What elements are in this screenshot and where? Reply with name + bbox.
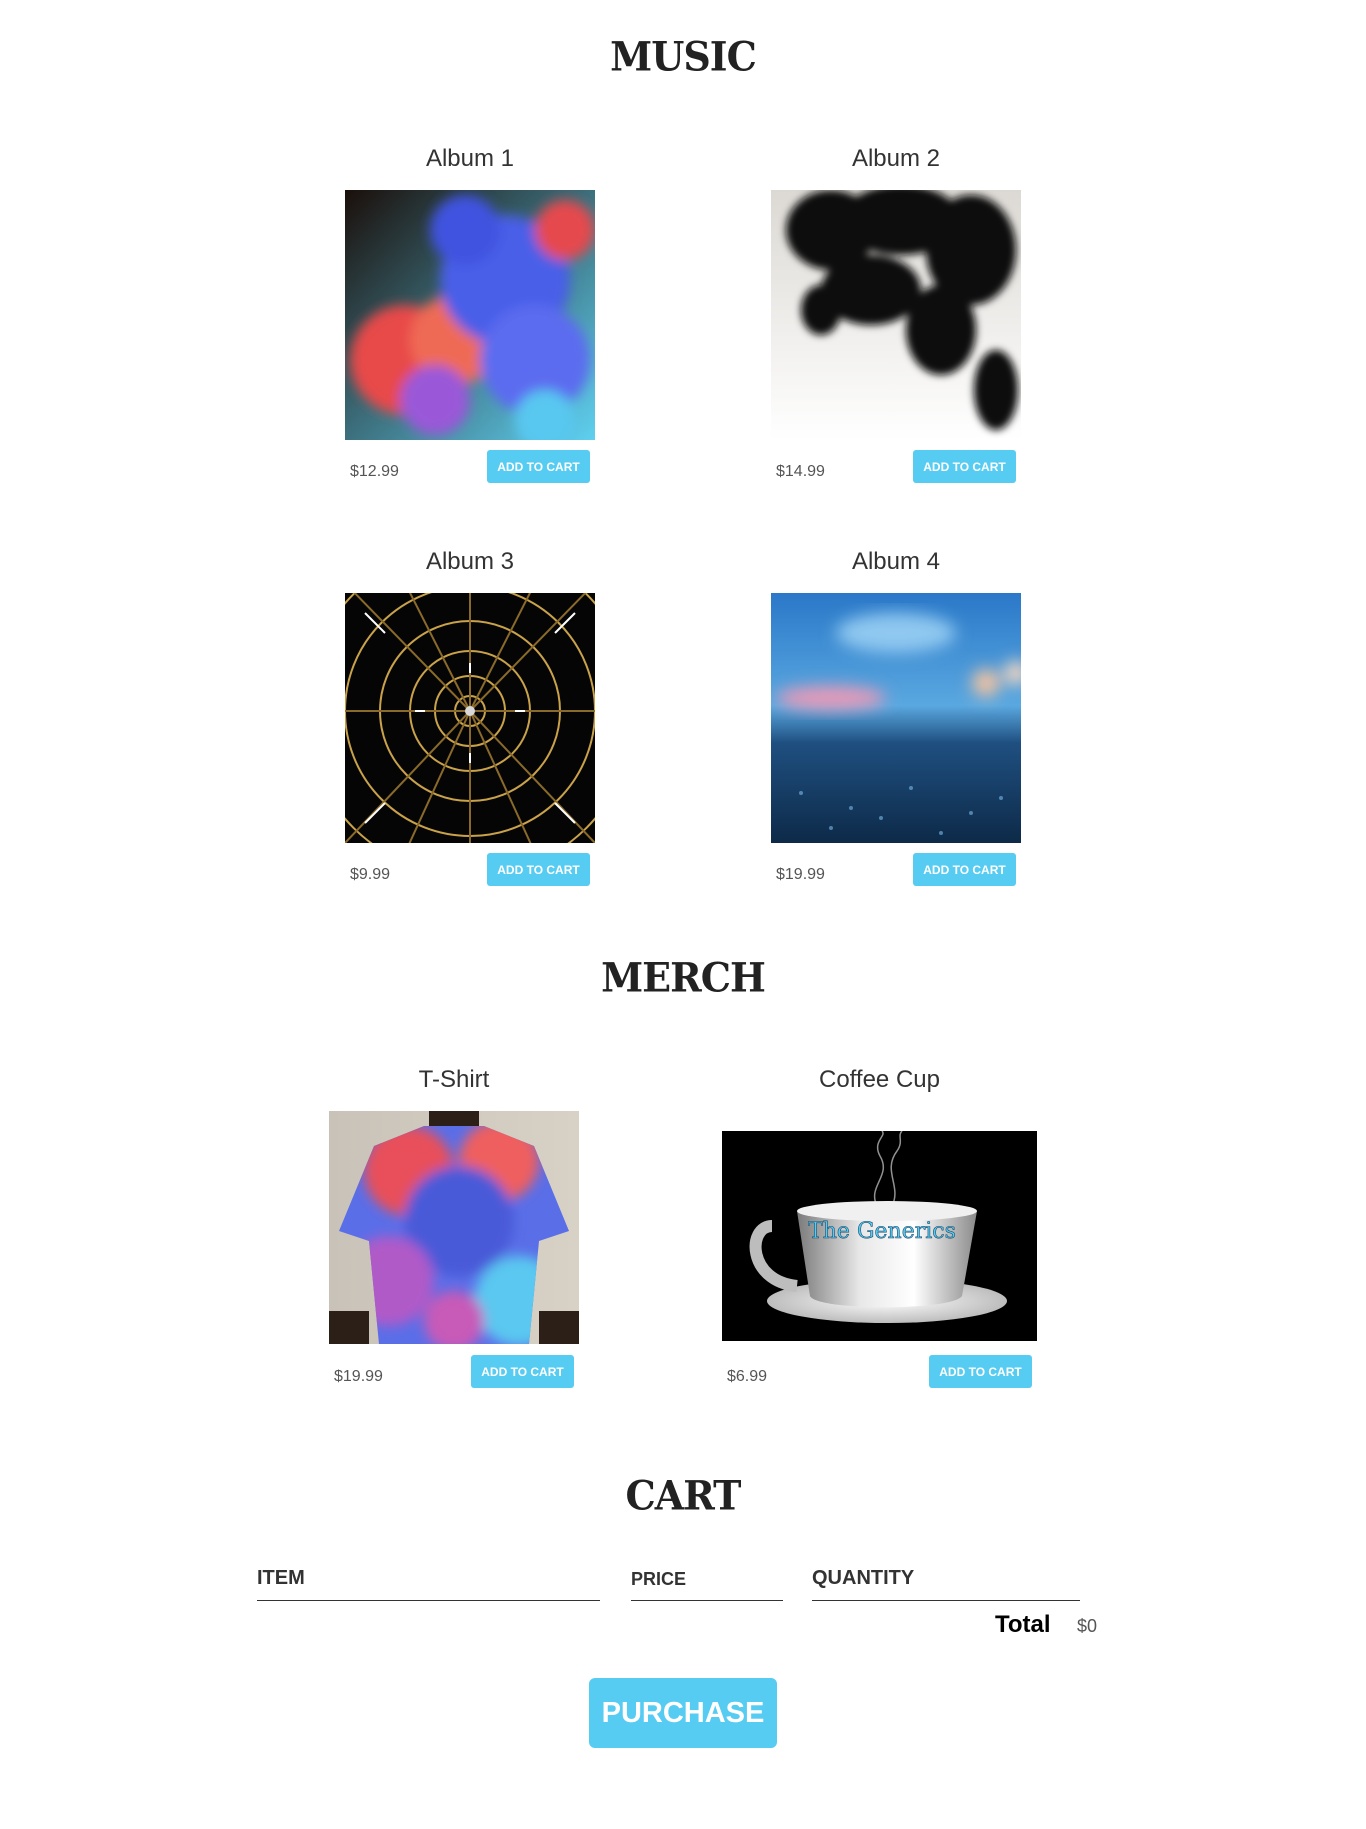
merch-section-title: MERCH bbox=[601, 953, 766, 1002]
album-price: $19.99 bbox=[776, 866, 825, 883]
add-to-cart-button[interactable]: ADD TO CART bbox=[913, 450, 1016, 483]
add-to-cart-button[interactable]: ADD TO CART bbox=[487, 450, 590, 483]
album-title: Album 2 bbox=[851, 145, 941, 172]
tshirt-image bbox=[329, 1111, 579, 1344]
add-to-cart-button[interactable]: ADD TO CART bbox=[929, 1355, 1032, 1388]
album-price: $14.99 bbox=[776, 463, 825, 480]
purchase-button[interactable]: PURCHASE bbox=[589, 1678, 777, 1748]
cup-brand-text: The Generics bbox=[808, 1219, 956, 1244]
album-4-card: Album 4 $19.99 ADD TO CART bbox=[771, 548, 1021, 888]
coffee-cup-card: Coffee Cup The Generics $6.99 ADD TO CAR… bbox=[722, 1066, 1037, 1406]
album-1-card: Album 1 $12.99 ADD TO CART bbox=[345, 145, 595, 485]
cart-header-item: ITEM bbox=[257, 1567, 600, 1601]
add-to-cart-button[interactable]: ADD TO CART bbox=[471, 1355, 574, 1388]
merch-title: Coffee Cup bbox=[819, 1066, 940, 1093]
merch-price: $6.99 bbox=[727, 1368, 768, 1385]
album-3-image bbox=[345, 593, 595, 843]
album-1-image bbox=[345, 190, 595, 440]
cart-header-price: PRICE bbox=[631, 1569, 783, 1601]
cart-total-label: Total bbox=[995, 1611, 1051, 1638]
cart-total-value: $0 bbox=[1077, 1616, 1098, 1636]
album-price: $12.99 bbox=[350, 463, 399, 480]
album-title: Album 3 bbox=[425, 548, 515, 575]
cart-header-quantity: QUANTITY bbox=[812, 1567, 1080, 1601]
album-title: Album 4 bbox=[851, 548, 941, 575]
album-2-image bbox=[771, 190, 1021, 440]
merch-title: T-Shirt bbox=[418, 1066, 490, 1093]
add-to-cart-button[interactable]: ADD TO CART bbox=[487, 853, 590, 886]
album-4-image bbox=[771, 593, 1021, 843]
album-title: Album 1 bbox=[425, 145, 515, 172]
album-3-card: Album 3 $9.99 ADD TO CART bbox=[345, 548, 595, 888]
cart-section-title: CART bbox=[625, 1471, 742, 1520]
album-2-card: Album 2 $14.99 ADD TO CART bbox=[771, 145, 1021, 485]
tshirt-card: T-Shirt $19.99 ADD TO CART bbox=[329, 1066, 579, 1406]
album-price: $9.99 bbox=[350, 866, 391, 883]
merch-price: $19.99 bbox=[334, 1368, 383, 1385]
music-section-title: MUSIC bbox=[610, 32, 757, 81]
add-to-cart-button[interactable]: ADD TO CART bbox=[913, 853, 1016, 886]
coffee-cup-image: The Generics bbox=[722, 1131, 1037, 1341]
